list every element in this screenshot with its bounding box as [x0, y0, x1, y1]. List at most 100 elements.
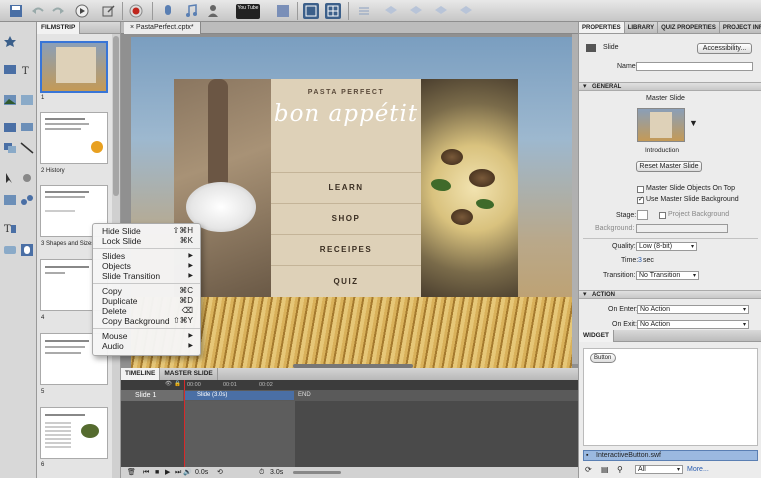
action-section-header[interactable]: ACTION	[579, 290, 761, 299]
star-icon[interactable]	[3, 36, 17, 48]
layer-icon-2[interactable]	[408, 3, 424, 19]
slide-thumb-6[interactable]	[40, 407, 108, 459]
facebook-icon[interactable]	[275, 3, 291, 19]
layer-icon-4[interactable]	[458, 3, 474, 19]
context-menu-item-slides[interactable]: Slides ▶	[93, 251, 200, 261]
music-icon[interactable]	[183, 3, 199, 19]
context-menu-item-copy[interactable]: Copy ⌘C	[93, 286, 200, 296]
name-field[interactable]	[636, 62, 753, 71]
undo-icon[interactable]	[30, 3, 46, 19]
context-menu-item-objects[interactable]: Objects ▶	[93, 261, 200, 271]
record-icon[interactable]	[128, 3, 144, 19]
more-link[interactable]: More...	[687, 466, 709, 473]
quality-select[interactable]: Low (8-bit) ▾	[636, 242, 697, 251]
tab-project-info[interactable]: PROJECT INFO	[720, 22, 761, 33]
tab-library[interactable]: LIBRARY	[625, 22, 659, 33]
youtube-icon[interactable]: You Tube	[236, 4, 260, 19]
image-icon[interactable]	[3, 94, 17, 106]
layer-icon[interactable]	[383, 3, 399, 19]
line-icon[interactable]	[20, 142, 34, 154]
folder-icon[interactable]: ▤	[601, 465, 609, 474]
save-icon[interactable]	[8, 3, 24, 19]
text-icon[interactable]: T	[20, 64, 34, 77]
text-entry-icon[interactable]: T	[3, 222, 17, 235]
play-icon-timeline[interactable]: ▶	[165, 467, 170, 478]
layer-icon-3[interactable]	[433, 3, 449, 19]
timeline-slide-bar[interactable]: Slide (3.0s)	[184, 391, 294, 400]
publish-icon[interactable]	[100, 3, 116, 19]
lock-icon[interactable]: 🔒	[174, 381, 181, 387]
menu-item-shop[interactable]: SHOP	[271, 214, 421, 223]
shapes-icon[interactable]	[3, 142, 17, 154]
timeline-ruler[interactable]: 👁 🔒 00:00 00:01 00:02	[121, 380, 578, 390]
menu-item-quiz[interactable]: QUIZ	[271, 277, 421, 286]
tab-master-slide[interactable]: MASTER SLIDE	[160, 368, 218, 380]
user-icon[interactable]	[206, 3, 222, 19]
trash-icon[interactable]: 🗑	[127, 467, 136, 478]
widget-icon[interactable]	[20, 194, 34, 206]
click-box-icon[interactable]	[3, 194, 17, 206]
highlight-icon[interactable]	[20, 172, 34, 184]
tab-widget[interactable]: WIDGET	[579, 330, 614, 342]
background-field[interactable]	[636, 224, 728, 233]
timeline-playhead[interactable]	[184, 380, 185, 468]
accessibility-button[interactable]: Accessibility...	[697, 43, 752, 54]
rectangle-icon[interactable]	[3, 122, 17, 134]
stop-icon[interactable]: ■	[155, 467, 159, 478]
project-background-checkbox[interactable]	[659, 212, 666, 219]
audio-icon[interactable]: 🔊	[183, 467, 192, 478]
eye-icon[interactable]: 👁	[165, 381, 172, 387]
timeline-row-slide[interactable]: Slide 1 Slide (3.0s) END	[121, 390, 578, 401]
tab-quiz-properties[interactable]: QUIZ PROPERTIES	[658, 22, 720, 33]
grid-icon[interactable]	[325, 3, 341, 19]
context-menu-item-slide-transition[interactable]: Slide Transition ▶	[93, 271, 200, 281]
tab-properties[interactable]: PROPERTIES	[579, 22, 625, 33]
slide-thumb-2[interactable]	[40, 112, 108, 164]
microphone-icon[interactable]	[160, 3, 176, 19]
stage-color-swatch[interactable]	[637, 210, 648, 220]
skip-back-icon[interactable]: ⏮	[143, 467, 149, 478]
general-section-header[interactable]: GENERAL	[579, 82, 761, 91]
menu-item-learn[interactable]: LEARN	[271, 183, 421, 192]
widget-filter-select[interactable]: All ▾	[635, 465, 683, 474]
widget-list-item[interactable]: ▪ InteractiveButton.swf	[583, 450, 758, 461]
layout-icon[interactable]	[303, 3, 319, 19]
tab-timeline[interactable]: TIMELINE	[121, 368, 161, 380]
screen-icon[interactable]	[20, 122, 34, 134]
background-label: Background:	[595, 225, 635, 232]
context-menu-item-audio[interactable]: Audio ▶	[93, 341, 200, 351]
master-objects-on-top-checkbox[interactable]	[637, 186, 644, 193]
transition-select[interactable]: No Transition ▾	[636, 271, 699, 280]
widget-preview-button[interactable]: Button	[590, 353, 616, 363]
play-icon[interactable]	[74, 3, 90, 19]
context-menu-item-hide-slide[interactable]: Hide Slide ⇧⌘H	[93, 226, 200, 236]
context-menu-item-mouse[interactable]: Mouse ▶	[93, 331, 200, 341]
on-enter-select[interactable]: No Action ▾	[637, 305, 749, 314]
master-slide-thumbnail[interactable]	[637, 108, 685, 142]
align-icon[interactable]	[356, 3, 372, 19]
image-icon-2[interactable]	[20, 94, 34, 106]
context-menu-item-lock-slide[interactable]: Lock Slide ⌘K	[93, 236, 200, 246]
context-menu-item-copy-background[interactable]: Copy Background ⇧⌘Y	[93, 316, 200, 326]
master-slide-dropdown-icon[interactable]: ▼	[689, 118, 698, 128]
reset-master-slide-button[interactable]: Reset Master Slide	[636, 161, 702, 172]
menu-item-receipes[interactable]: RECEIPES	[271, 245, 421, 254]
loop-icon[interactable]: ⟲	[217, 467, 223, 478]
redo-icon[interactable]	[50, 3, 66, 19]
slide-thumb-1[interactable]	[40, 41, 108, 93]
context-menu-item-delete[interactable]: Delete ⌫	[93, 306, 200, 316]
use-master-background-checkbox[interactable]	[637, 195, 644, 204]
filter-icon[interactable]: ⚲	[617, 465, 623, 474]
context-menu-item-duplicate[interactable]: Duplicate ⌘D	[93, 296, 200, 306]
mouse-icon[interactable]	[20, 244, 34, 256]
document-tab[interactable]: × PastaPerfect.cptx*	[124, 22, 201, 34]
time-value[interactable]: 3	[638, 257, 642, 264]
zoom-slider[interactable]	[293, 471, 341, 474]
button-icon[interactable]	[3, 244, 17, 256]
skip-forward-icon[interactable]: ⏭	[175, 467, 181, 478]
tab-filmstrip[interactable]: FILMSTRIP	[37, 22, 81, 34]
pointer-icon[interactable]	[3, 172, 17, 184]
on-exit-select[interactable]: No Action ▾	[637, 320, 749, 329]
refresh-icon[interactable]: ⟳	[585, 465, 592, 474]
caption-icon[interactable]	[3, 64, 17, 76]
